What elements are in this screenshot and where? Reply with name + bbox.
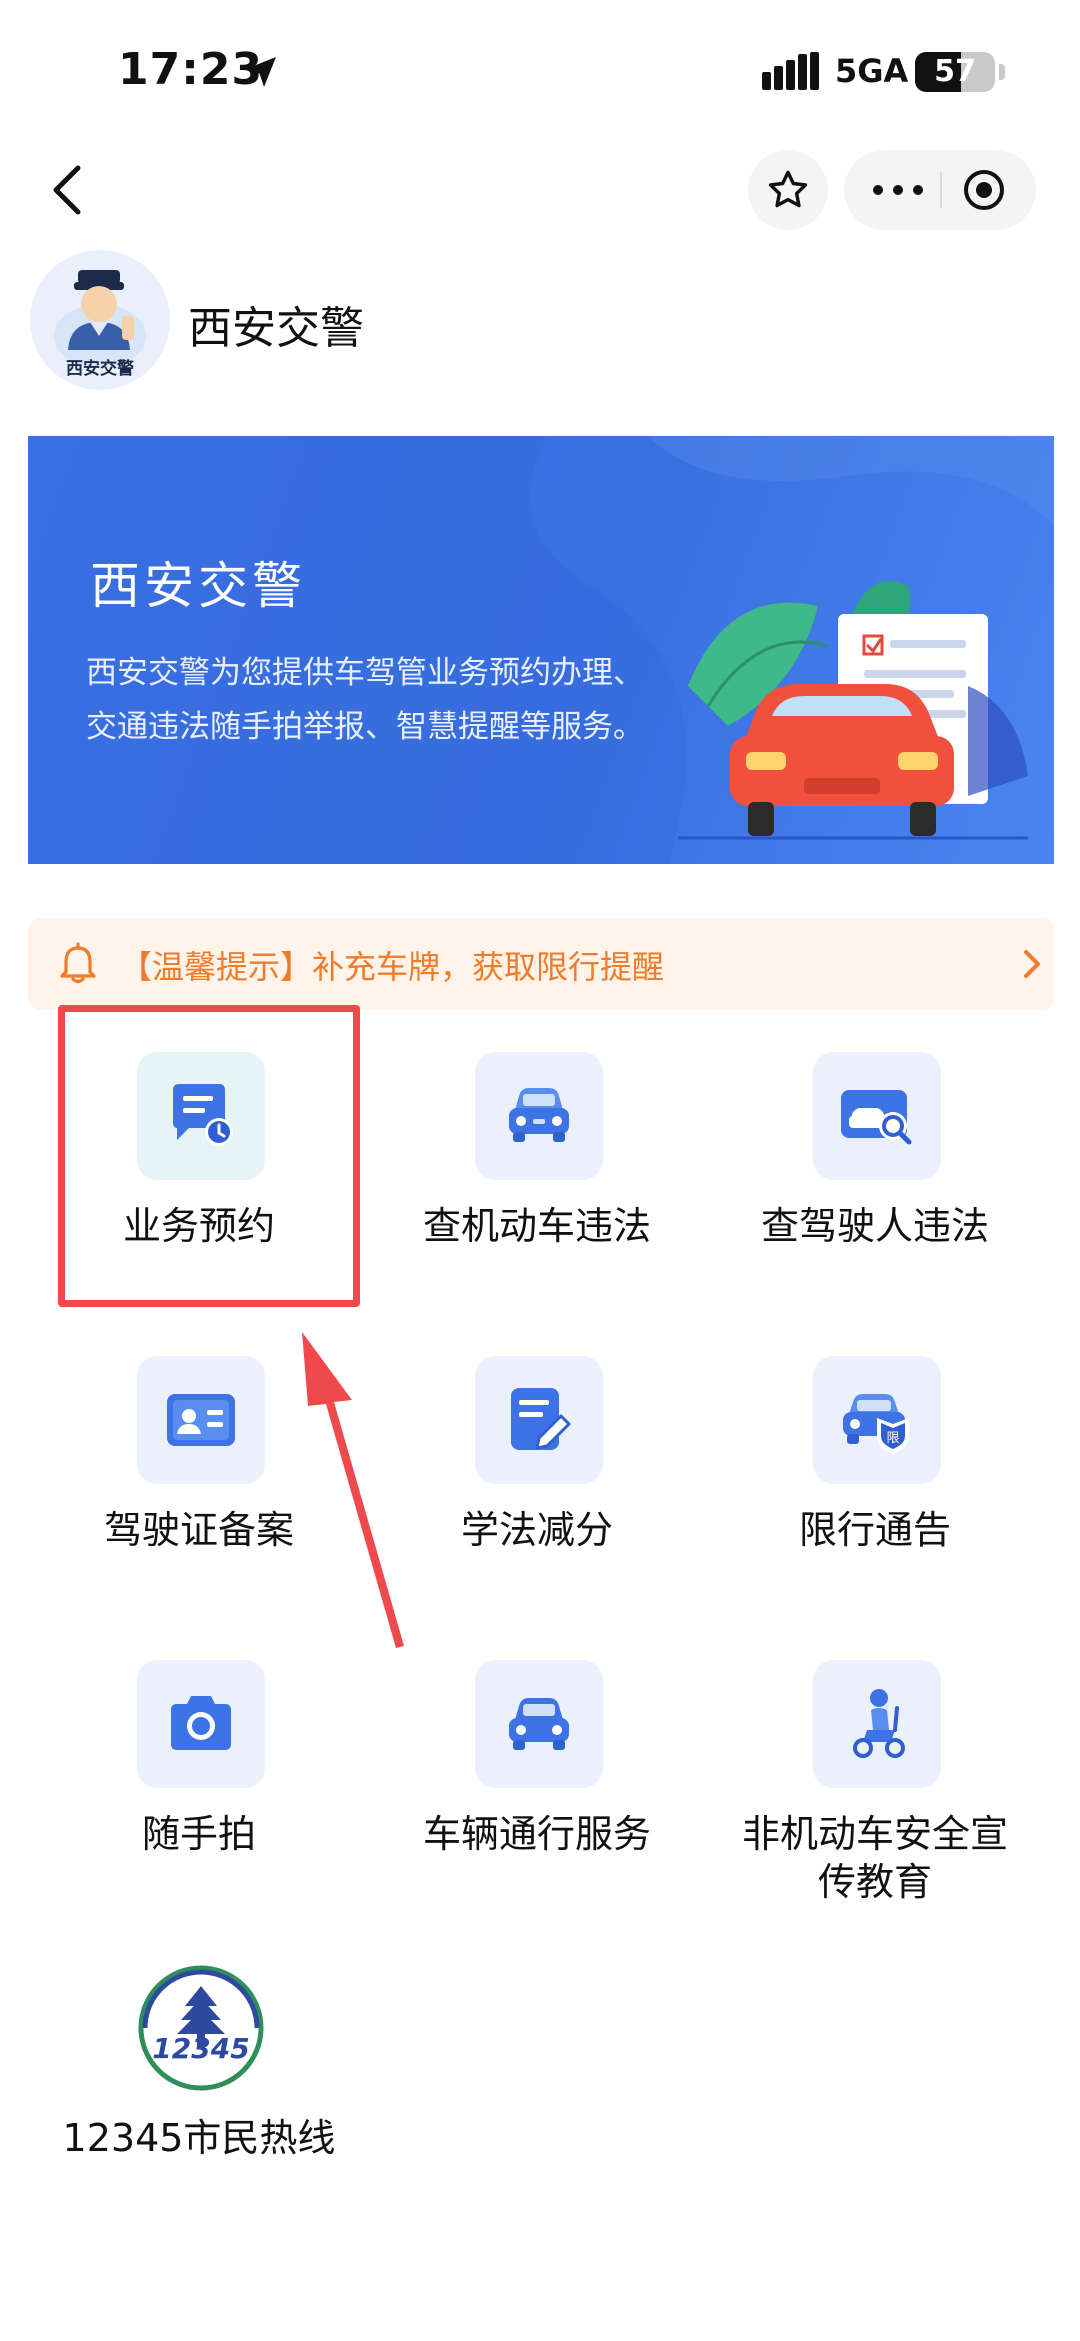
capsule-divider (940, 172, 942, 208)
service-photo-report[interactable]: 随手拍 (49, 1660, 349, 1920)
chevron-right-icon (1024, 950, 1040, 978)
favorite-button[interactable] (748, 150, 828, 230)
license-card-icon (137, 1356, 265, 1484)
hotline-12345-logo: 12345 (137, 1964, 265, 2092)
star-icon (768, 170, 808, 208)
banner-title: 西安交警 (90, 557, 306, 615)
app-logo: 西安交警 (30, 250, 170, 390)
service-label: 查机动车违法 (422, 1204, 651, 1248)
banner-description: 西安交警为您提供车驾管业务预约办理、交通违法随手拍举报、智慧提醒等服务。 (86, 655, 644, 745)
back-chevron-icon[interactable] (40, 160, 100, 220)
service-label: 随手拍 (141, 1812, 256, 1856)
svg-text:12345: 12345 (152, 2032, 249, 2065)
service-label: 学法减分 (460, 1508, 613, 1552)
service-label: 查驾驶人违法 (760, 1204, 989, 1248)
notice-bar[interactable]: 【温馨提示】补充车牌，获取限行提醒 (28, 918, 1054, 1010)
car-document-illustration (678, 581, 1028, 840)
driver-search-icon (813, 1052, 941, 1180)
camera-icon (137, 1660, 265, 1788)
car-pass-icon (475, 1660, 603, 1788)
service-12345-hotline[interactable]: 12345 12345市民热线 (49, 1964, 349, 2224)
battery-tip (999, 64, 1005, 80)
battery-level: 57 (934, 54, 976, 89)
service-vehicle-violation[interactable]: 查机动车违法 (387, 1052, 687, 1312)
hero-banner[interactable]: 西安交警 西安交警为您提供车驾管业务预约办理、交通违法随手拍举报、智慧提醒等服务… (28, 436, 1054, 864)
network-type: 5GA (835, 52, 909, 90)
more-dots-icon[interactable] (868, 174, 928, 206)
notice-text: 【温馨提示】补充车牌，获取限行提醒 (120, 948, 665, 986)
police-avatar-icon: 西安交警 (30, 250, 170, 390)
service-vehicle-pass[interactable]: 车辆通行服务 (387, 1660, 687, 1920)
close-target-icon[interactable] (962, 168, 1006, 212)
app-name: 西安交警 (188, 303, 364, 354)
service-label: 非机动车安全宣传教育 (741, 1812, 1008, 1904)
location-arrow-icon (246, 57, 276, 87)
highlight-box (58, 1005, 360, 1307)
service-label: 车辆通行服务 (422, 1812, 651, 1856)
bell-icon (60, 942, 96, 984)
battery-icon: 57 (915, 52, 995, 92)
miniprogram-capsule (844, 150, 1036, 230)
scooter-rider-icon (813, 1660, 941, 1788)
status-time: 17:23 (118, 44, 264, 95)
arrow-annotation-icon (302, 1332, 404, 1648)
service-nonmotor-safety[interactable]: 非机动车安全宣传教育 (725, 1660, 1025, 1920)
service-study-points[interactable]: 学法减分 (387, 1356, 687, 1616)
service-restriction-notice[interactable]: 限 限行通告 (725, 1356, 1025, 1616)
service-driver-violation[interactable]: 查驾驶人违法 (725, 1052, 1025, 1312)
logo-text: 西安交警 (66, 358, 134, 379)
signal-icon (762, 52, 819, 90)
car-front-icon (475, 1052, 603, 1180)
svg-text:限: 限 (886, 1431, 899, 1446)
service-label: 12345市民热线 (62, 2116, 336, 2160)
status-bar: 17:23 5GA 57 (0, 0, 1080, 140)
study-edit-icon (475, 1356, 603, 1484)
service-label: 限行通告 (798, 1508, 951, 1552)
car-restriction-icon: 限 (813, 1356, 941, 1484)
